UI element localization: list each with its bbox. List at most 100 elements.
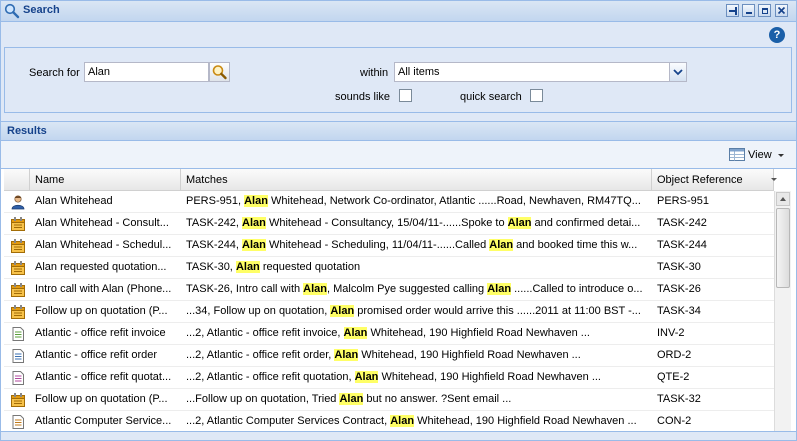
match-text: and confirmed detai... [531, 217, 641, 229]
chevron-down-icon [673, 69, 683, 76]
maximize-button[interactable] [758, 4, 771, 17]
table-row[interactable]: Alan Whitehead - Schedul... TASK-244, Ala… [4, 235, 774, 257]
row-matches: ...2, Atlantic - office refit order, Ala… [181, 345, 652, 366]
icon-column-header[interactable] [4, 169, 30, 190]
match-text: ...Follow up on quotation, Tried [186, 393, 340, 405]
row-reference: INV-2 [657, 327, 685, 339]
table-row[interactable]: Atlantic Computer Service... ...2, Atlant… [4, 411, 774, 433]
within-selected-value: All items [398, 66, 440, 78]
within-dropdown-button[interactable] [669, 62, 687, 82]
window-titlebar: Search [1, 1, 796, 22]
row-reference: ORD-2 [657, 349, 692, 361]
order-icon [12, 349, 24, 363]
task-icon [11, 217, 25, 231]
within-label: within [360, 67, 389, 79]
match-text: and booked time this w... [513, 239, 638, 251]
row-reference: QTE-2 [657, 371, 690, 383]
match-text: ...2, Atlantic - office refit order, [186, 349, 335, 361]
match-text: ...34, Follow up on quotation, [186, 305, 331, 317]
row-matches: TASK-244, Alan Whitehead - Scheduling, 1… [181, 235, 652, 256]
match-highlight: Alan [330, 305, 355, 317]
column-header-reference[interactable]: Object Reference [652, 169, 777, 190]
task-icon [11, 261, 25, 275]
match-text: ...2, Atlantic - office refit quotation, [186, 371, 355, 383]
search-input[interactable] [84, 62, 209, 82]
match-text: ...2, Atlantic - office refit invoice, [186, 327, 344, 339]
row-reference: TASK-30 [657, 261, 701, 273]
table-row[interactable]: Intro call with Alan (Phone... TASK-26, I… [4, 279, 774, 301]
match-text: TASK-30, [186, 261, 236, 273]
within-select[interactable]: All items [394, 62, 671, 82]
row-name: Intro call with Alan (Phone... [35, 283, 172, 295]
help-button[interactable]: ? [769, 27, 785, 43]
row-name: Atlantic - office refit invoice [35, 327, 166, 339]
match-highlight: Alan [390, 415, 415, 427]
table-row[interactable]: Atlantic - office refit order ...2, Atlan… [4, 345, 774, 367]
bottom-edge [1, 431, 796, 440]
row-matches: PERS-951, Alan Whitehead, Network Co-ord… [181, 191, 652, 212]
row-name: Atlantic - office refit quotat... [35, 371, 172, 383]
column-header-matches[interactable]: Matches [181, 169, 652, 190]
match-highlight: Alan [489, 239, 514, 251]
results-grid: Alan Whitehead PERS-951, Alan Whitehead, … [4, 191, 774, 440]
results-toolbar: View [1, 141, 796, 169]
table-row[interactable]: Follow up on quotation (P... ...Follow up… [4, 389, 774, 411]
column-header-name[interactable]: Name [30, 169, 181, 190]
match-text: Whitehead, 190 Highfield Road Newhaven .… [378, 371, 601, 383]
match-highlight: Alan [303, 283, 328, 295]
results-header: Results [1, 121, 796, 141]
results-panel: Results View Name Matches Object Referen… [1, 121, 796, 440]
match-text: PERS-951, [186, 195, 245, 207]
match-text: , Malcolm Pye suggested calling [327, 283, 488, 295]
row-name: Follow up on quotation (P... [35, 305, 168, 317]
vertical-scrollbar[interactable] [774, 191, 791, 431]
search-window: Search ? Search for within All items sou… [0, 0, 797, 441]
table-row[interactable]: Alan requested quotation... TASK-30, Alan… [4, 257, 774, 279]
match-highlight: Alan [235, 261, 260, 273]
match-highlight: Alan [242, 217, 266, 229]
row-matches: TASK-30, Alan requested quotation [181, 257, 652, 278]
table-row[interactable]: Atlantic - office refit quotat... ...2, A… [4, 367, 774, 389]
task-icon [11, 305, 25, 319]
task-icon [11, 239, 25, 253]
window-title: Search [23, 4, 60, 16]
table-row[interactable]: Follow up on quotation (P... ...34, Follo… [4, 301, 774, 323]
view-label: View [748, 149, 772, 161]
match-text: Whitehead, 190 Highfield Road Newhaven .… [358, 349, 581, 361]
match-text: Whitehead, 190 Highfield Road Newhaven .… [367, 327, 590, 339]
sounds-like-label: sounds like [335, 91, 391, 103]
match-text: TASK-26, Intro call with [186, 283, 304, 295]
match-text: TASK-242, [186, 217, 243, 229]
match-highlight: Alan [507, 217, 532, 229]
close-button[interactable] [775, 4, 788, 17]
view-button[interactable]: View [729, 147, 789, 163]
row-reference: TASK-244 [657, 239, 707, 251]
quick-search-label: quick search [460, 91, 522, 103]
row-matches: ...2, Atlantic - office refit invoice, A… [181, 323, 652, 344]
minimize-button[interactable] [742, 4, 755, 17]
match-highlight: Alan [354, 371, 379, 383]
match-text: ...2, Atlantic Computer Services Contrac… [186, 415, 391, 427]
person-icon [11, 195, 25, 210]
scroll-thumb[interactable] [776, 208, 790, 288]
match-text: Whitehead, Network Co-ordinator, Atlanti… [267, 195, 641, 207]
row-matches: TASK-242, Alan Whitehead - Consultancy, … [181, 213, 652, 234]
table-row[interactable]: Atlantic - office refit invoice ...2, Atl… [4, 323, 774, 345]
invoice-icon [12, 327, 24, 341]
row-reference: PERS-951 [657, 195, 709, 207]
table-row[interactable]: Alan Whitehead PERS-951, Alan Whitehead, … [4, 191, 774, 213]
match-highlight: Alan [242, 239, 266, 251]
row-reference: TASK-242 [657, 217, 707, 229]
search-button[interactable] [209, 62, 230, 82]
table-row[interactable]: Alan Whitehead - Consult... TASK-242, Ala… [4, 213, 774, 235]
close-icon [777, 6, 786, 15]
match-text: TASK-244, [186, 239, 243, 251]
view-grid-icon [729, 148, 745, 161]
search-for-label: Search for [29, 67, 80, 79]
task-icon [11, 283, 25, 297]
match-text: Whitehead, 190 Highfield Road Newhaven .… [414, 415, 637, 427]
sounds-like-checkbox[interactable] [399, 89, 412, 102]
scroll-up-button[interactable] [776, 192, 790, 206]
pin-button[interactable] [726, 4, 739, 17]
quick-search-checkbox[interactable] [530, 89, 543, 102]
